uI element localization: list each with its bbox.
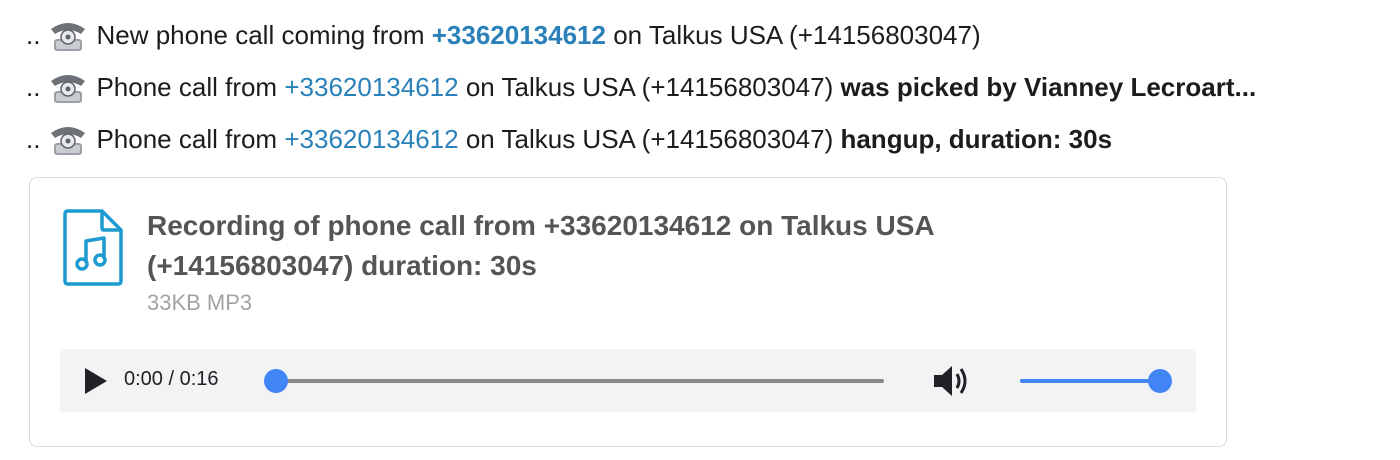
audio-attachment: Recording of phone call from +3362013461… — [29, 177, 1227, 447]
message-prefix: .. — [26, 123, 41, 154]
message-text: on Talkus USA (+14156803047) — [613, 19, 981, 50]
playback-time: 0:00 / 0:16 — [124, 368, 219, 390]
telephone-icon — [51, 23, 86, 51]
message-prefix: .. — [26, 71, 41, 102]
call-status: was picked by Vianney Lecroart... — [840, 71, 1257, 102]
message-list: .. New phone call coming from +336201346… — [0, 0, 1400, 460]
telephone-icon — [51, 127, 86, 155]
volume-slider[interactable] — [1020, 379, 1160, 383]
message-new-call: .. New phone call coming from +336201346… — [26, 15, 1386, 55]
audio-player: 0:00 / 0:16 — [60, 349, 1196, 412]
message-call-picked: .. Phone call from +33620134612 on Talku… — [26, 67, 1386, 107]
caller-number-link[interactable]: +33620134612 — [284, 124, 458, 155]
message-text: New phone call coming from — [96, 19, 425, 50]
message-prefix: .. — [26, 19, 41, 50]
volume-icon[interactable] — [931, 363, 971, 399]
call-status: hangup, duration: 30s — [840, 123, 1113, 154]
volume-thumb[interactable] — [1148, 369, 1172, 393]
attachment-title[interactable]: Recording of phone call from +3362013461… — [147, 206, 1047, 286]
attachment-meta: 33KB MP3 — [147, 290, 253, 315]
attachment-title-line: Recording of phone call from +3362013461… — [147, 210, 935, 241]
progress-slider[interactable] — [276, 379, 884, 383]
caller-number-link[interactable]: +33620134612 — [284, 72, 458, 103]
message-text: Phone call from — [96, 71, 278, 102]
message-text: Phone call from — [96, 123, 278, 154]
message-call-hangup: .. Phone call from +33620134612 on Talku… — [26, 119, 1386, 159]
message-text: on Talkus USA (+14156803047) — [465, 123, 834, 154]
audio-file-icon[interactable] — [62, 208, 124, 286]
play-icon[interactable] — [82, 366, 110, 396]
message-text: on Talkus USA (+14156803047) — [465, 71, 834, 102]
volume-fill — [1020, 379, 1160, 383]
telephone-icon — [51, 75, 86, 103]
progress-thumb[interactable] — [264, 369, 288, 393]
caller-number-link[interactable]: +33620134612 — [432, 20, 606, 51]
attachment-title-line: (+14156803047) duration: 30s — [147, 250, 537, 281]
